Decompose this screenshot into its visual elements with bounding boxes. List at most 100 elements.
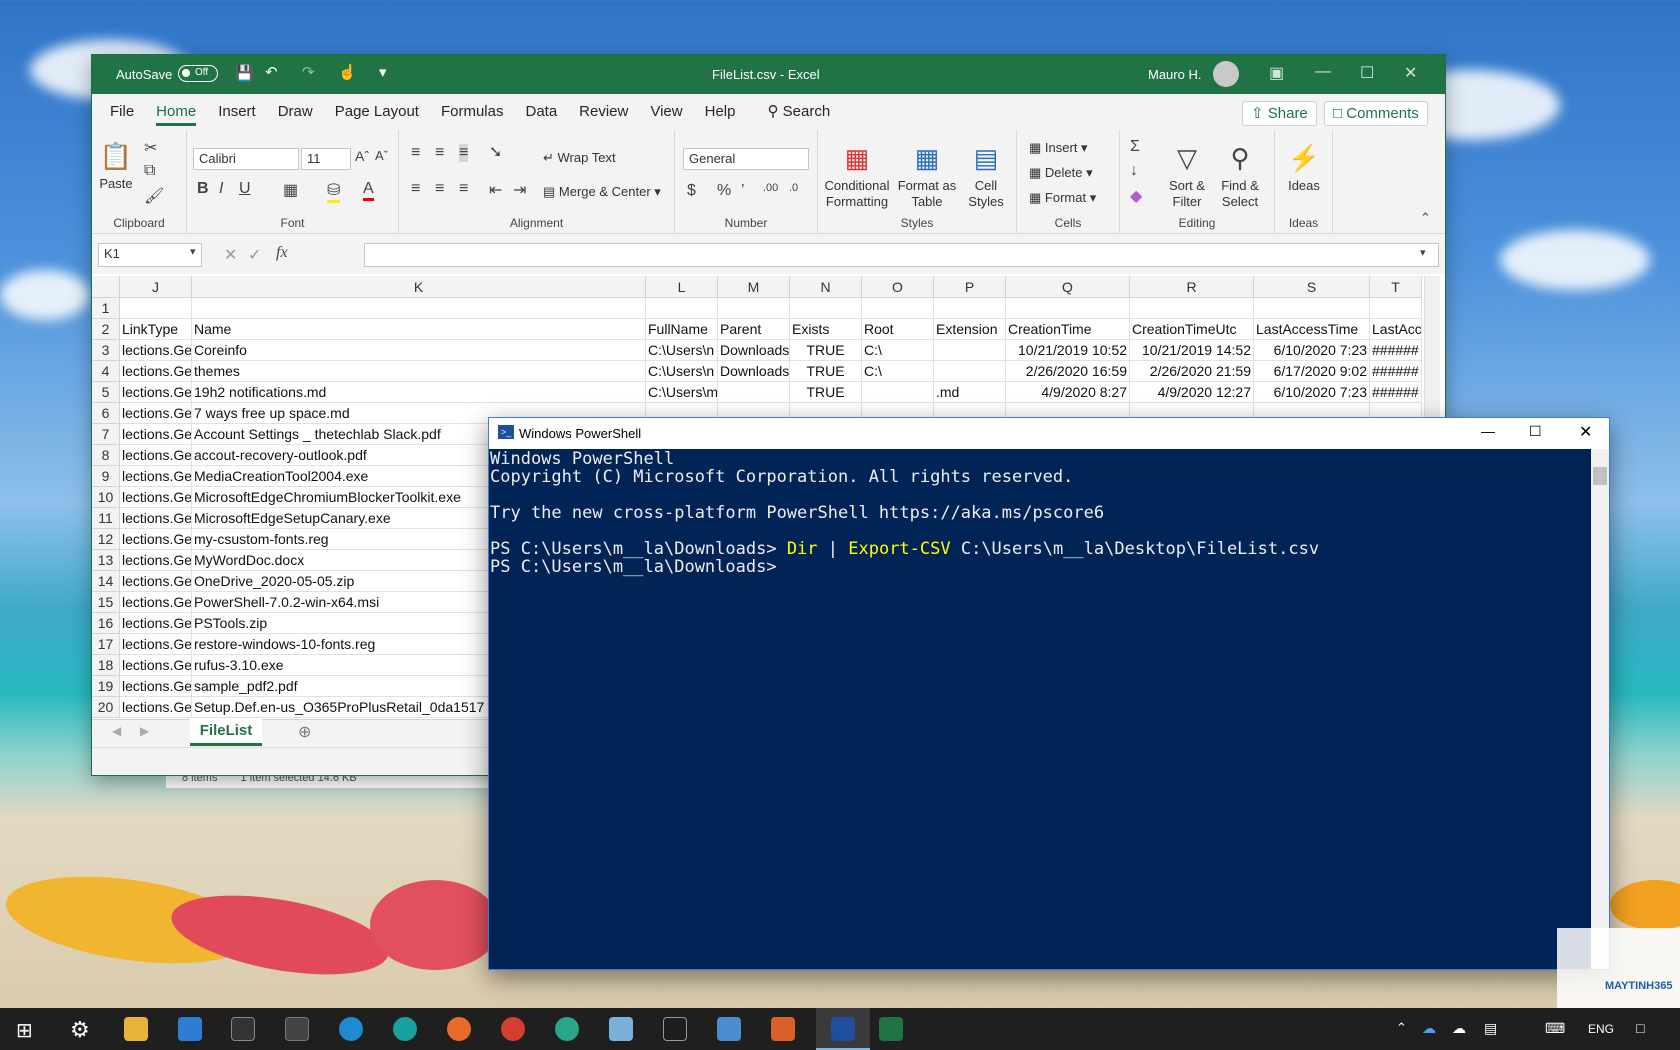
- close-icon[interactable]: ✕: [1404, 63, 1417, 83]
- select-all-corner[interactable]: [92, 276, 120, 298]
- column-header[interactable]: J: [120, 276, 192, 298]
- row-header[interactable]: 11: [92, 508, 120, 529]
- row-header[interactable]: 8: [92, 445, 120, 466]
- edge-icon[interactable]: [339, 1017, 363, 1041]
- cell[interactable]: [718, 298, 790, 319]
- top-align-icon[interactable]: ≡: [411, 144, 420, 162]
- tab-file[interactable]: File: [110, 94, 134, 130]
- column-header[interactable]: K: [192, 276, 646, 298]
- powershell-console[interactable]: Windows PowerShell Copyright (C) Microso…: [490, 449, 1591, 969]
- decrease-indent-icon[interactable]: ⇤: [489, 180, 502, 200]
- cell[interactable]: lections.Ge: [120, 697, 192, 718]
- cell[interactable]: lections.Ge: [120, 487, 192, 508]
- column-header[interactable]: S: [1254, 276, 1370, 298]
- cell[interactable]: lections.Ge: [120, 529, 192, 550]
- minimize-icon[interactable]: —: [1315, 63, 1331, 81]
- cell[interactable]: lections.Ge: [120, 340, 192, 361]
- increase-indent-icon[interactable]: ⇥: [513, 180, 526, 200]
- ribbon-display-icon[interactable]: ▣: [1269, 63, 1284, 83]
- cloud-icon[interactable]: ☁: [1452, 1020, 1466, 1037]
- wrap-text-button[interactable]: ↵ Wrap Text: [543, 150, 616, 166]
- name-box-dropdown-icon[interactable]: ▾: [190, 245, 196, 258]
- cell[interactable]: lections.Ge: [120, 382, 192, 403]
- bottom-align-icon[interactable]: ≡: [459, 144, 469, 162]
- cell[interactable]: lections.Ge: [120, 424, 192, 445]
- cell[interactable]: Coreinfo: [192, 340, 646, 361]
- cell[interactable]: Name: [192, 319, 646, 340]
- row-header[interactable]: 12: [92, 529, 120, 550]
- edge-beta-icon[interactable]: [393, 1017, 417, 1041]
- number-format-select[interactable]: General: [683, 148, 809, 170]
- cell[interactable]: CreationTime: [1006, 319, 1130, 340]
- cell[interactable]: TRUE: [790, 340, 862, 361]
- maximize-icon[interactable]: ☐: [1529, 423, 1542, 440]
- tab-insert[interactable]: Insert: [218, 94, 256, 130]
- cell[interactable]: [120, 298, 192, 319]
- cell[interactable]: TRUE: [790, 382, 862, 403]
- column-header[interactable]: Q: [1006, 276, 1130, 298]
- row-header[interactable]: 4: [92, 361, 120, 382]
- customize-qat-icon[interactable]: ▾: [379, 63, 387, 81]
- cell[interactable]: 2/26/2020 16:59: [1006, 361, 1130, 382]
- onedrive-icon[interactable]: ☁: [1422, 1020, 1436, 1037]
- formula-input[interactable]: [364, 243, 1439, 267]
- tab-view[interactable]: View: [650, 94, 682, 130]
- cell[interactable]: [646, 298, 718, 319]
- currency-icon[interactable]: $: [687, 182, 696, 200]
- settings-gear-icon[interactable]: ⚙: [70, 1017, 90, 1043]
- minimize-icon[interactable]: —: [1481, 423, 1495, 439]
- tray-chevron-icon[interactable]: ⌃: [1396, 1020, 1407, 1036]
- tab-page-layout[interactable]: Page Layout: [335, 94, 419, 130]
- file-explorer-icon[interactable]: [124, 1017, 148, 1041]
- format-painter-icon[interactable]: 🖌: [144, 186, 164, 206]
- powershell-taskbar-icon[interactable]: [663, 1017, 687, 1041]
- cell[interactable]: [1254, 298, 1370, 319]
- cell[interactable]: LastAccessTime: [1254, 319, 1370, 340]
- powershell-scrollbar[interactable]: [1591, 449, 1609, 969]
- clear-icon[interactable]: ◆: [1130, 186, 1142, 206]
- cell[interactable]: lections.Ge: [120, 508, 192, 529]
- row-header[interactable]: 18: [92, 655, 120, 676]
- tab-help[interactable]: Help: [705, 94, 736, 130]
- tab-home[interactable]: Home: [156, 94, 197, 130]
- start-windows-icon[interactable]: ⊞: [16, 1018, 33, 1043]
- cell[interactable]: [862, 298, 934, 319]
- search-box[interactable]: ⚲ Search: [767, 94, 830, 130]
- cell[interactable]: C:\Users\n: [646, 340, 718, 361]
- name-box[interactable]: K1: [98, 243, 202, 267]
- tab-data[interactable]: Data: [525, 94, 557, 130]
- cell[interactable]: Parent: [718, 319, 790, 340]
- cell[interactable]: lections.Ge: [120, 634, 192, 655]
- prev-sheet-icon[interactable]: ◀: [112, 724, 121, 738]
- cell[interactable]: Exists: [790, 319, 862, 340]
- copy-icon[interactable]: ⧉: [144, 162, 155, 180]
- close-icon[interactable]: ✕: [1579, 422, 1592, 442]
- edge-canary-icon[interactable]: [555, 1017, 579, 1041]
- font-name-select[interactable]: Calibri: [193, 148, 299, 170]
- find-select-button[interactable]: ⚲ Find & Select: [1214, 138, 1266, 210]
- tab-review[interactable]: Review: [579, 94, 628, 130]
- sort-filter-button[interactable]: ▽ Sort & Filter: [1164, 138, 1210, 210]
- cell[interactable]: 6/17/2020 9:02: [1254, 361, 1370, 382]
- share-button[interactable]: ⇧ Share: [1242, 101, 1317, 126]
- next-sheet-icon[interactable]: ▶: [140, 724, 149, 738]
- cell[interactable]: lections.Ge: [120, 592, 192, 613]
- column-header[interactable]: M: [718, 276, 790, 298]
- photos-icon[interactable]: [178, 1017, 202, 1041]
- cell[interactable]: LinkType: [120, 319, 192, 340]
- cell[interactable]: Root: [862, 319, 934, 340]
- cell[interactable]: 6/10/2020 7:23: [1254, 340, 1370, 361]
- row-header[interactable]: 3: [92, 340, 120, 361]
- column-header[interactable]: P: [934, 276, 1006, 298]
- cell[interactable]: LastAcc: [1370, 319, 1422, 340]
- cell[interactable]: lections.Ge: [120, 676, 192, 697]
- cell[interactable]: Downloads: [718, 340, 790, 361]
- avatar[interactable]: [1213, 61, 1239, 87]
- insert-function-icon[interactable]: fx: [276, 244, 288, 262]
- command-prompt-icon[interactable]: [285, 1017, 309, 1041]
- comma-icon[interactable]: ’: [741, 182, 745, 200]
- font-color-icon[interactable]: A: [363, 180, 374, 201]
- cell[interactable]: themes: [192, 361, 646, 382]
- row-header[interactable]: 1: [92, 298, 120, 319]
- cell[interactable]: FullName: [646, 319, 718, 340]
